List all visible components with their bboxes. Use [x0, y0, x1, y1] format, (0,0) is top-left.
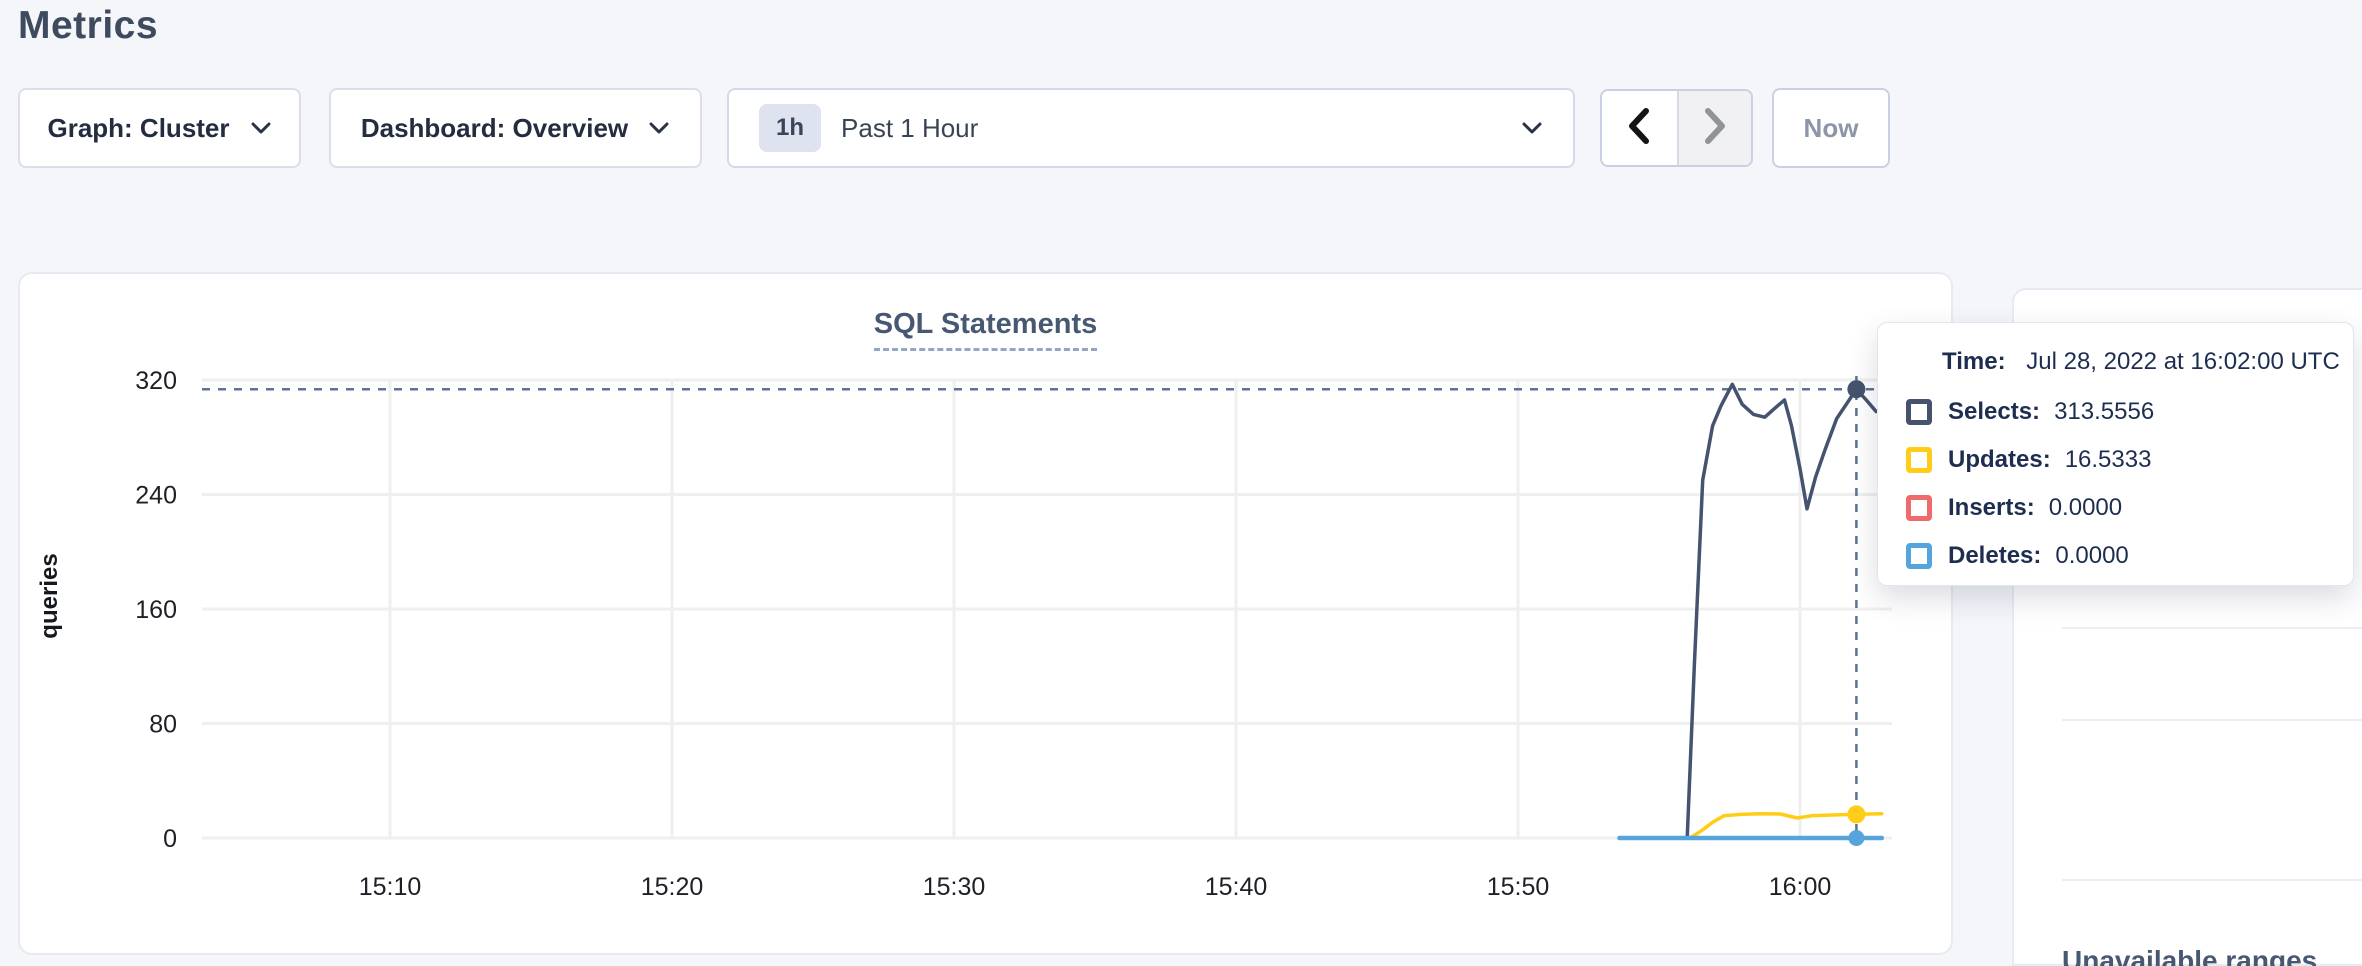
- graph-scope-dropdown-label: Graph: Cluster: [47, 113, 229, 144]
- tooltip-row-selects: Selects: 313.5556: [1906, 398, 2325, 426]
- series-line-updates: [1620, 814, 1882, 838]
- time-window-label: Past 1 Hour: [841, 113, 978, 144]
- x-axis-tick: 15:10: [359, 873, 422, 901]
- y-axis-tick: 320: [135, 367, 177, 395]
- dashboard-dropdown-label: Dashboard: Overview: [361, 113, 628, 144]
- series-line-selects: [1620, 384, 1877, 838]
- tooltip-series-label: Deletes:: [1948, 542, 2041, 570]
- tooltip-time-value: Jul 28, 2022 at 16:02:00 UTC: [2026, 348, 2340, 375]
- sql-statements-chart-canvas[interactable]: 0 80 160 240 320 15:10 15:20 15:30 15:40 15:50 16:…: [20, 274, 1955, 957]
- y-axis-tick: 160: [135, 596, 177, 624]
- metrics-page: Metrics Graph: Cluster Dashboard: Overvi…: [0, 0, 2362, 966]
- tooltip-series-value: 313.5556: [2054, 398, 2154, 426]
- tooltip-row-deletes: Deletes: 0.0000: [1906, 542, 2325, 570]
- inserts-legend-swatch-icon: [1906, 495, 1932, 521]
- chevron-down-icon: [648, 121, 670, 135]
- tooltip-series-value: 0.0000: [2049, 494, 2122, 522]
- divider: [2062, 627, 2362, 629]
- updates-legend-swatch-icon: [1906, 447, 1932, 473]
- sidebar-heading-unavailable-ranges: Unavailable ranges: [2062, 945, 2317, 966]
- tooltip-time-label: Time:: [1942, 348, 2006, 375]
- time-step-buttons: [1600, 89, 1753, 167]
- chevron-down-icon: [1521, 121, 1543, 135]
- next-timespan-button[interactable]: [1677, 91, 1752, 165]
- graph-scope-dropdown[interactable]: Graph: Cluster: [18, 88, 301, 168]
- tooltip-series-label: Updates:: [1948, 446, 2051, 474]
- tooltip-row-updates: Updates: 16.5333: [1906, 446, 2325, 474]
- chart-tooltip: Time: Jul 28, 2022 at 16:02:00 UTC Selec…: [1877, 322, 2354, 586]
- tooltip-series-label: Selects:: [1948, 398, 2040, 426]
- tooltip-time-row: Time: Jul 28, 2022 at 16:02:00 UTC: [1942, 348, 2325, 376]
- y-axis-tick: 0: [163, 825, 177, 853]
- tooltip-series-value: 16.5333: [2065, 446, 2152, 474]
- x-axis-tick: 15:30: [923, 873, 986, 901]
- divider: [2062, 879, 2362, 881]
- chevron-right-icon: [1698, 105, 1732, 152]
- chevron-down-icon: [250, 121, 272, 135]
- sql-statements-card: SQL Statements queries 08016024032015:10…: [18, 272, 1953, 955]
- tooltip-series-label: Inserts:: [1948, 494, 2035, 522]
- now-button[interactable]: Now: [1772, 88, 1890, 168]
- previous-timespan-button[interactable]: [1602, 91, 1677, 165]
- divider: [2062, 719, 2362, 721]
- y-axis-tick: 80: [149, 711, 177, 739]
- hover-dot-updates: [1847, 805, 1865, 823]
- hover-dot-deletes: [1848, 830, 1864, 846]
- selects-legend-swatch-icon: [1906, 399, 1932, 425]
- time-window-selector[interactable]: 1h Past 1 Hour: [727, 88, 1575, 168]
- dashboard-dropdown[interactable]: Dashboard: Overview: [329, 88, 702, 168]
- now-button-label: Now: [1804, 113, 1859, 144]
- y-axis-tick: 240: [135, 482, 177, 510]
- x-axis-tick: 16:00: [1769, 873, 1832, 901]
- x-axis-tick: 15:20: [641, 873, 704, 901]
- tooltip-row-inserts: Inserts: 0.0000: [1906, 494, 2325, 522]
- deletes-legend-swatch-icon: [1906, 543, 1932, 569]
- time-window-badge: 1h: [759, 104, 821, 152]
- tooltip-series-value: 0.0000: [2055, 542, 2128, 570]
- x-axis-tick: 15:40: [1205, 873, 1268, 901]
- hover-dot-selects: [1847, 380, 1865, 398]
- chevron-left-icon: [1622, 105, 1656, 152]
- page-title: Metrics: [18, 4, 158, 48]
- x-axis-tick: 15:50: [1487, 873, 1550, 901]
